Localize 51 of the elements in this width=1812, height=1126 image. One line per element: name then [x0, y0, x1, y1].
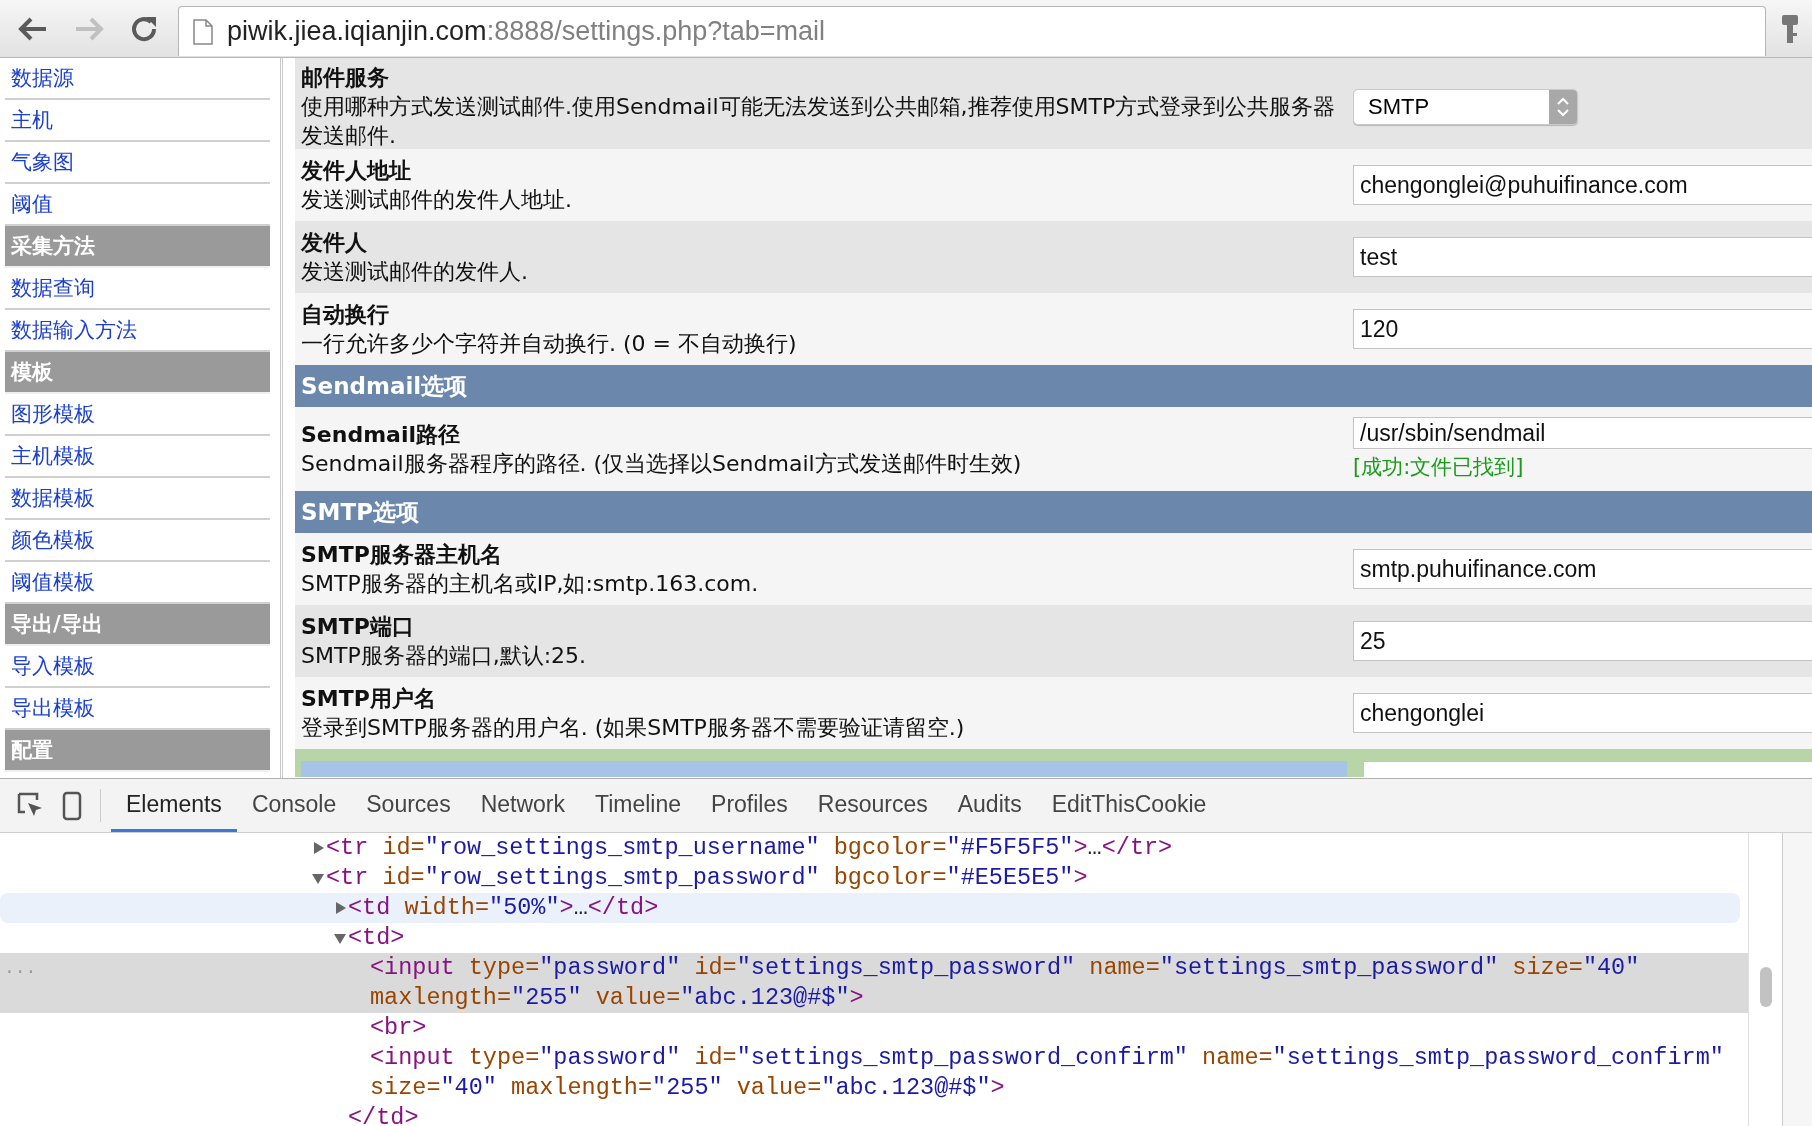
section-header: SMTP选项: [295, 491, 1812, 533]
dom-line[interactable]: <td width="50%">…</td>: [0, 893, 1740, 923]
setting-description: Sendmail服务器程序的路径. (仅当选择以Sendmail方式发送邮件时生效): [301, 449, 1023, 478]
setting-description: 登录到SMTP服务器的用户名. (如果SMTP服务器不需要验证请留空.): [301, 713, 966, 742]
dom-line[interactable]: </td>: [0, 1103, 1748, 1126]
setting-description: SMTP服务器的端口,默认:25.: [301, 641, 588, 670]
key-icon[interactable]: [1780, 12, 1800, 45]
devtools-tab[interactable]: Elements: [111, 779, 237, 832]
dom-line[interactable]: <tr id="row_settings_smtp_password" bgcolor="#E5E5E5">: [0, 863, 1748, 893]
devtools-tab[interactable]: EditThisCookie: [1036, 779, 1222, 832]
setting-title: SMTP用户名: [301, 684, 437, 713]
gutter-ellipsis: ...: [4, 957, 37, 980]
devtools-tab[interactable]: Resources: [802, 779, 943, 832]
input-field[interactable]: chengonglei@puhuifinance.com: [1353, 165, 1812, 205]
input-field[interactable]: 25: [1353, 621, 1812, 661]
dom-line[interactable]: <td>: [0, 923, 1748, 953]
address-bar[interactable]: piwik.jiea.iqianjin.com:8888/settings.php?tab=mail: [178, 6, 1766, 56]
stepper-icon: [1549, 90, 1577, 124]
setting-description: SMTP服务器的主机名或IP,如:smtp.163.com.: [301, 569, 760, 598]
status-message: [成功:文件已找到]: [1353, 454, 1525, 481]
input-field[interactable]: test: [1353, 237, 1812, 277]
setting-title: SMTP端口: [301, 612, 415, 641]
setting-title: 发件人地址: [301, 156, 412, 185]
devtools-tab[interactable]: Profiles: [696, 779, 803, 832]
setting-description: 发送测试邮件的发件人地址.: [301, 185, 573, 214]
setting-description: 发送测试邮件的发件人.: [301, 257, 529, 286]
dom-line[interactable]: <tr id="row_settings_smtp_username" bgcolor="#F5F5F5">…</tr>: [0, 833, 1748, 863]
input-field[interactable]: chengonglei: [1353, 693, 1812, 733]
section-header: Sendmail选项: [295, 365, 1812, 407]
setting-title: Sendmail路径: [301, 420, 462, 449]
input-field[interactable]: 120: [1353, 309, 1812, 349]
setting-title: 发件人: [301, 228, 368, 257]
setting-description: 一行允许多少个字符并自动换行. (0 = 不自动换行): [301, 329, 798, 358]
input-field[interactable]: smtp.puhuifinance.com: [1353, 549, 1812, 589]
setting-title: 自动换行: [301, 300, 390, 329]
devtools-tab[interactable]: Console: [236, 779, 352, 832]
setting-description: 使用哪种方式发送测试邮件.使用Sendmail可能无法发送到公共邮箱,推荐使用SMTP方式登录到公共服务器发送邮件.: [301, 93, 1337, 149]
input-field[interactable]: /usr/sbin/sendmail: [1353, 417, 1812, 449]
devtools-tab[interactable]: Timeline: [580, 779, 697, 832]
dom-line[interactable]: <input type="password" id="settings_smtp_password_confirm" name="settings_smtp_password_confirm" size="40" maxlength="255" value="abc.123@#$">: [0, 1043, 1748, 1103]
devtools-tab[interactable]: Audits: [942, 779, 1037, 832]
page-icon: [193, 18, 213, 45]
setting-title: 邮件服务: [301, 64, 390, 92]
url-text: piwik.jiea.iqianjin.com:8888/settings.php?tab=mail: [227, 16, 826, 47]
password-field[interactable]: [1363, 761, 1812, 777]
mail-service-select[interactable]: SMTP: [1353, 89, 1578, 125]
setting-title: SMTP服务器主机名: [301, 540, 503, 569]
devtools-tab[interactable]: Sources: [351, 779, 466, 832]
phone-icon: [62, 790, 82, 821]
dom-line[interactable]: <br>: [0, 1013, 1748, 1043]
devtools-tab[interactable]: Network: [465, 779, 580, 832]
